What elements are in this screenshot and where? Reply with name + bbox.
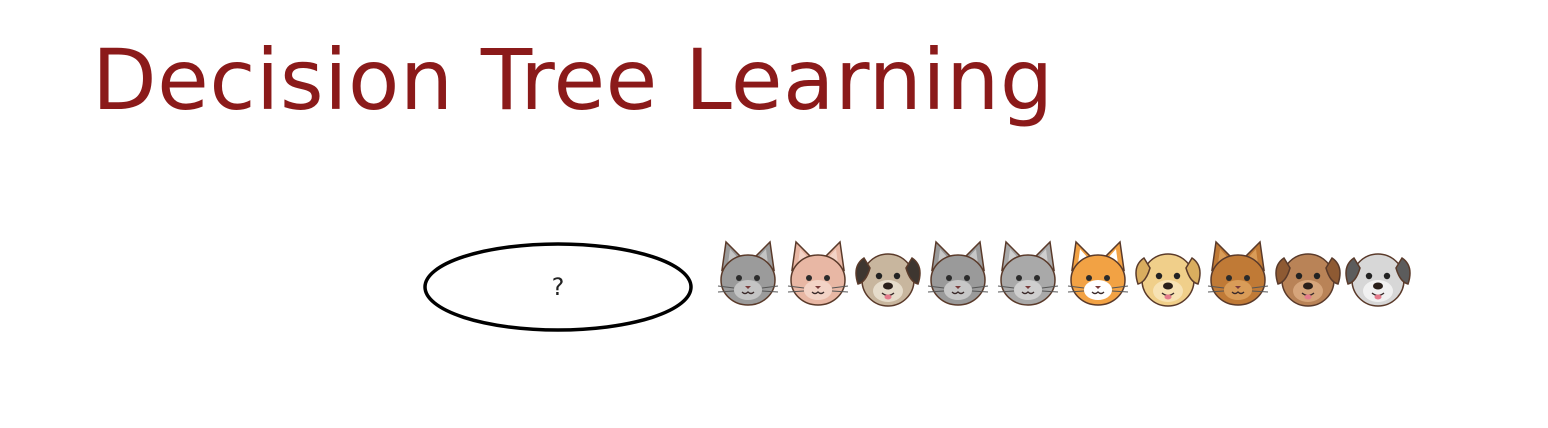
pink-folded-ear-cat-icon — [787, 240, 849, 306]
decision-node[interactable]: ? — [422, 241, 694, 333]
golden-puppy-icon — [1135, 253, 1201, 307]
brown-dog-icon — [1275, 253, 1341, 307]
gray-white-dog-icon — [1345, 253, 1411, 307]
gray-tabby-cat-icon — [927, 240, 989, 306]
decision-node-label: ? — [551, 273, 565, 301]
animal-images-row — [712, 230, 1412, 312]
gray-cat-smiling-icon — [717, 240, 779, 306]
orange-white-cat-icon — [1067, 240, 1129, 306]
brown-cat-icon — [1207, 240, 1269, 306]
pug-dog-icon — [855, 253, 921, 307]
gray-yellow-eyed-cat-icon — [997, 240, 1059, 306]
slide-title: Decision Tree Learning — [92, 31, 1054, 129]
